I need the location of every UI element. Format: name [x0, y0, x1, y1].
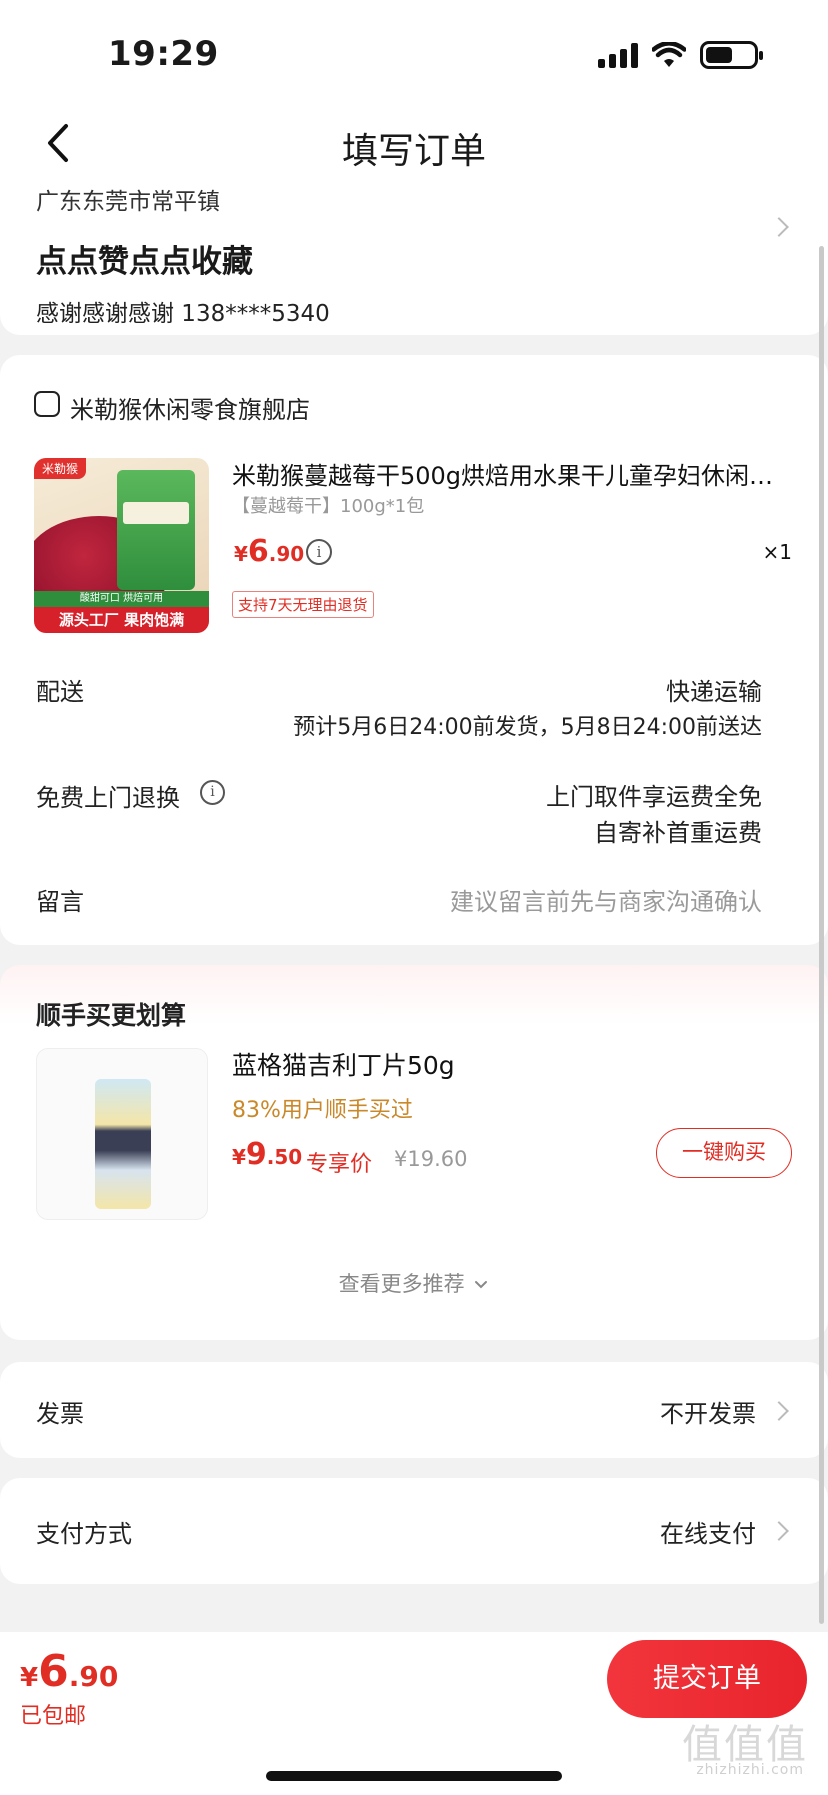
- free-return-line1: 上门取件享运费全免: [546, 783, 762, 811]
- free-return-label: 免费上门退换: [36, 784, 180, 812]
- product-spec: 【蔓越莓干】100g*1包: [232, 496, 425, 517]
- delivery-method: 快递运输: [666, 678, 762, 706]
- delivery-estimate: 预计5月6日24:00前发货，5月8日24:00前送达: [293, 715, 762, 740]
- wifi-icon: [652, 42, 686, 67]
- more-recommend-label: 查看更多推荐: [338, 1272, 465, 1296]
- product-card: [0, 355, 828, 945]
- more-recommend-link[interactable]: 查看更多推荐: [0, 1268, 828, 1298]
- status-icons: [598, 40, 763, 70]
- shop-name[interactable]: 米勒猴休闲零食旗舰店: [70, 390, 310, 425]
- product-image-banner: 源头工厂 果肉饱满: [34, 607, 209, 633]
- recommend-item-name[interactable]: 蓝格猫吉利丁片50g: [232, 1046, 455, 1082]
- payment-value: 在线支付: [660, 1520, 756, 1548]
- total-price: ¥6.90: [20, 1646, 119, 1697]
- invoice-label: 发票: [36, 1400, 84, 1428]
- message-label: 留言: [36, 888, 84, 916]
- product-title[interactable]: 米勒猴蔓越莓干500g烘焙用水果干儿童孕妇休闲零食: [232, 456, 792, 491]
- payment-label: 支付方式: [36, 1520, 132, 1548]
- recommend-title: 顺手买更划算: [36, 1001, 187, 1030]
- battery-icon: [700, 41, 763, 69]
- product-price: ¥6.90: [234, 534, 305, 569]
- message-input[interactable]: 建议留言前先与商家沟通确认: [450, 882, 762, 917]
- payment-row[interactable]: 支付方式 在线支付: [0, 1478, 828, 1584]
- recommend-item-price: ¥9.50: [232, 1137, 303, 1172]
- return-policy-badge: 支持7天无理由退货: [232, 591, 374, 618]
- recommend-original-price: ¥19.60: [394, 1147, 468, 1171]
- status-time: 19:29: [108, 34, 219, 74]
- invoice-row[interactable]: 发票 不开发票: [0, 1362, 828, 1458]
- signal-icon: [598, 42, 638, 68]
- top-bar: 19:29 填写订单: [0, 0, 828, 190]
- free-return-info-icon[interactable]: i: [200, 780, 225, 805]
- product-image[interactable]: 米勒猴 酸甜可口 烘焙可用 源头工厂 果肉饱满: [34, 458, 209, 633]
- address-region: 广东东莞市常平镇: [36, 189, 220, 215]
- address-card[interactable]: 广东东莞市常平镇 点点赞点点收藏 感谢感谢感谢 138****5340: [0, 170, 828, 335]
- chevron-right-icon: [769, 1521, 789, 1541]
- chevron-down-icon: [475, 1281, 488, 1289]
- delivery-label: 配送: [36, 678, 84, 706]
- product-image-tag: 米勒猴: [34, 458, 87, 479]
- product-quantity: ×1: [762, 540, 792, 564]
- scrollbar[interactable]: [819, 246, 824, 1624]
- free-return-line2: 自寄补首重运费: [594, 819, 762, 847]
- recommend-item-image[interactable]: [36, 1048, 208, 1220]
- chevron-right-icon: [769, 217, 789, 237]
- recommend-special-label: 专享价: [306, 1152, 373, 1177]
- shipping-note: 已包邮: [20, 1704, 87, 1729]
- product-image-banner-top: 酸甜可口 烘焙可用: [34, 591, 209, 607]
- address-contact: 感谢感谢感谢 138****5340: [36, 301, 330, 327]
- page-title: 填写订单: [341, 131, 486, 172]
- watermark-url: zhizhizhi.com: [696, 1762, 804, 1778]
- one-click-buy-button[interactable]: 一键购买: [656, 1128, 792, 1178]
- home-indicator[interactable]: [266, 1771, 562, 1781]
- price-info-icon[interactable]: i: [306, 539, 332, 565]
- address-name: 点点赞点点收藏: [36, 244, 253, 280]
- recommend-item-subtitle: 83%用户顺手买过: [232, 1098, 413, 1123]
- chevron-right-icon: [769, 1401, 789, 1421]
- submit-order-button[interactable]: 提交订单: [607, 1640, 807, 1718]
- invoice-value: 不开发票: [660, 1400, 756, 1428]
- shop-icon: [34, 391, 60, 417]
